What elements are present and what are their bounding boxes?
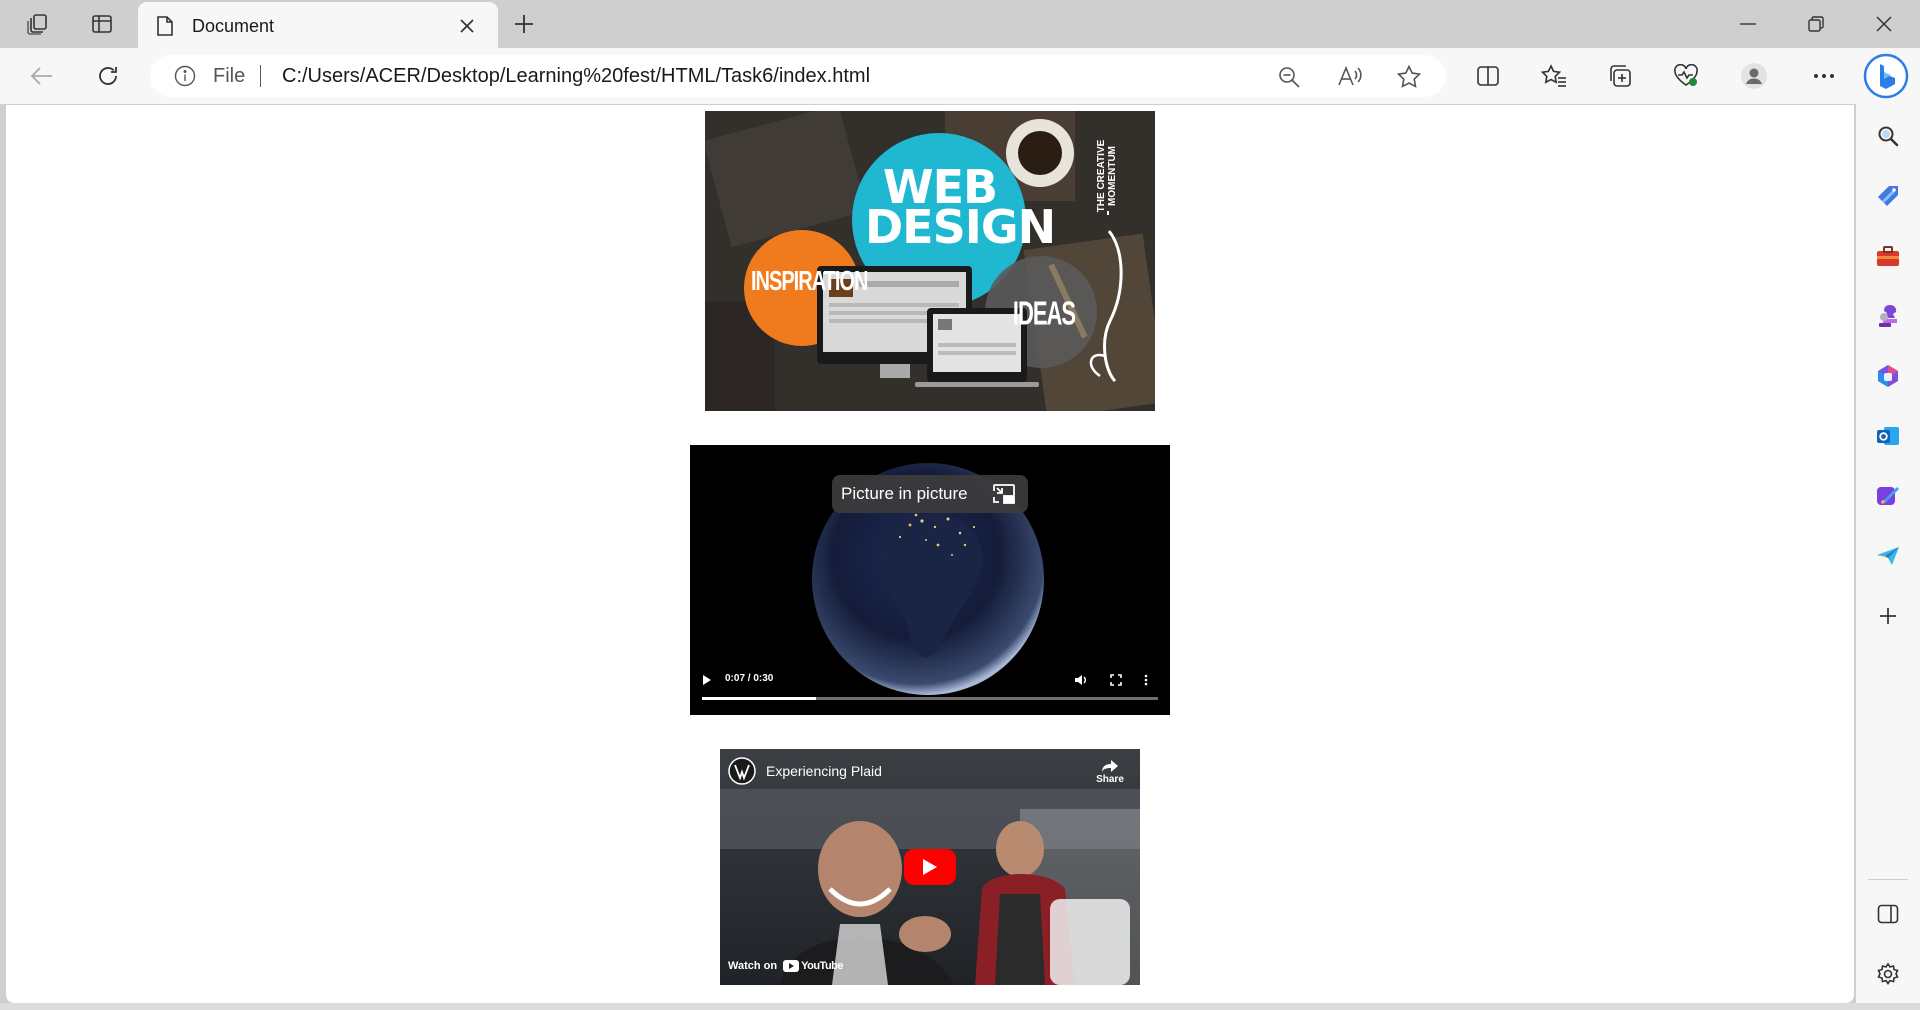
ideas-label: IDEAS [1012, 294, 1076, 333]
tools-briefcase-icon[interactable] [1870, 238, 1906, 274]
collections-icon[interactable] [1598, 54, 1642, 98]
picture-in-picture-button[interactable]: Picture in picture [832, 475, 1028, 513]
close-window-icon[interactable] [1852, 4, 1916, 44]
close-tab-icon[interactable] [450, 9, 484, 43]
shopping-tag-icon[interactable] [1870, 178, 1906, 214]
web-design-image: WEB DESIGN INSPIRATION IDEAS THE CREATIV… [705, 111, 1155, 411]
play-icon[interactable] [702, 674, 712, 686]
profile-avatar[interactable] [1732, 54, 1776, 98]
window-bottom-edge [0, 1003, 1920, 1010]
read-aloud-icon[interactable] [1335, 62, 1365, 92]
watch-on-label: Watch on [728, 960, 778, 972]
share-button[interactable]: Share [1092, 759, 1128, 785]
designer-icon[interactable] [1870, 478, 1906, 514]
video-more-icon[interactable] [1144, 674, 1148, 686]
web-design-heading: WEB DESIGN [865, 160, 1056, 254]
search-icon[interactable] [1870, 118, 1906, 154]
page-icon [156, 15, 174, 37]
favorites-icon[interactable] [1532, 54, 1576, 98]
favorite-star-icon[interactable] [1394, 62, 1424, 92]
hide-sidebar-icon[interactable] [1870, 896, 1906, 932]
refresh-button[interactable] [86, 54, 130, 98]
video-time: 0:07 / 0:30 [725, 673, 774, 684]
brand-vertical-text: THE CREATIVE MOMENTUM [1096, 139, 1118, 213]
minimize-icon[interactable] [1716, 4, 1780, 44]
play-icon [923, 859, 937, 875]
video-player[interactable]: Picture in picture 0:07 / 0:30 [690, 445, 1170, 715]
new-tab-button[interactable] [504, 6, 544, 42]
microsoft-365-icon[interactable] [1870, 358, 1906, 394]
tab-document[interactable]: Document [138, 2, 498, 48]
zoom-out-icon[interactable] [1274, 62, 1304, 92]
youtube-embed[interactable]: Experiencing Plaid Share Watch on YouTub… [720, 749, 1140, 985]
navigation-toolbar: File C:/Users/ACER/Desktop/Learning%20fe… [0, 48, 1920, 104]
edge-sidebar [1856, 104, 1920, 1010]
brand-vertical-wrap: THE CREATIVE MOMENTUM [1087, 135, 1127, 215]
share-label: Share [1096, 774, 1124, 785]
add-sidebar-app-icon[interactable] [1870, 598, 1906, 634]
tab-title: Document [192, 16, 275, 36]
tab-strip: Document [0, 0, 1920, 48]
bing-chat-icon[interactable] [1862, 52, 1910, 100]
vertical-tabs-icon[interactable] [82, 6, 122, 42]
settings-gear-icon[interactable] [1870, 956, 1906, 992]
split-screen-icon[interactable] [1466, 54, 1510, 98]
inspiration-label: INSPIRATION [751, 266, 868, 298]
fullscreen-icon[interactable] [1110, 674, 1122, 686]
info-icon[interactable] [174, 65, 196, 87]
share-icon [1102, 760, 1118, 772]
workspaces-icon[interactable] [18, 6, 58, 42]
youtube-brand-text: YouTube [801, 960, 844, 972]
restore-icon[interactable] [1784, 4, 1848, 44]
address-url[interactable]: C:/Users/ACER/Desktop/Learning%20fest/HT… [282, 65, 870, 88]
watch-on-youtube-link[interactable]: Watch on YouTube [728, 960, 844, 972]
address-separator [260, 65, 261, 87]
address-prefix: File [213, 65, 246, 87]
address-bar[interactable]: File C:/Users/ACER/Desktop/Learning%20fe… [150, 55, 1446, 97]
more-options-icon[interactable] [1802, 54, 1846, 98]
volume-icon[interactable] [1074, 673, 1088, 687]
channel-avatar[interactable] [728, 757, 756, 785]
browser-essentials-icon[interactable] [1664, 54, 1708, 98]
youtube-video-title[interactable]: Experiencing Plaid [766, 763, 882, 779]
send-drop-icon[interactable] [1870, 538, 1906, 574]
video-progress-fill [702, 697, 816, 700]
back-button[interactable] [20, 54, 64, 98]
youtube-logo: YouTube [783, 960, 844, 972]
outlook-icon[interactable] [1870, 418, 1906, 454]
games-chess-icon[interactable] [1870, 298, 1906, 334]
youtube-play-button[interactable] [904, 849, 956, 885]
sidebar-divider [1868, 879, 1908, 880]
pip-label: Picture in picture [841, 484, 968, 503]
youtube-logo-icon [783, 960, 800, 972]
pip-icon [992, 483, 1016, 505]
page-viewport: WEB DESIGN INSPIRATION IDEAS THE CREATIV… [6, 105, 1854, 1003]
